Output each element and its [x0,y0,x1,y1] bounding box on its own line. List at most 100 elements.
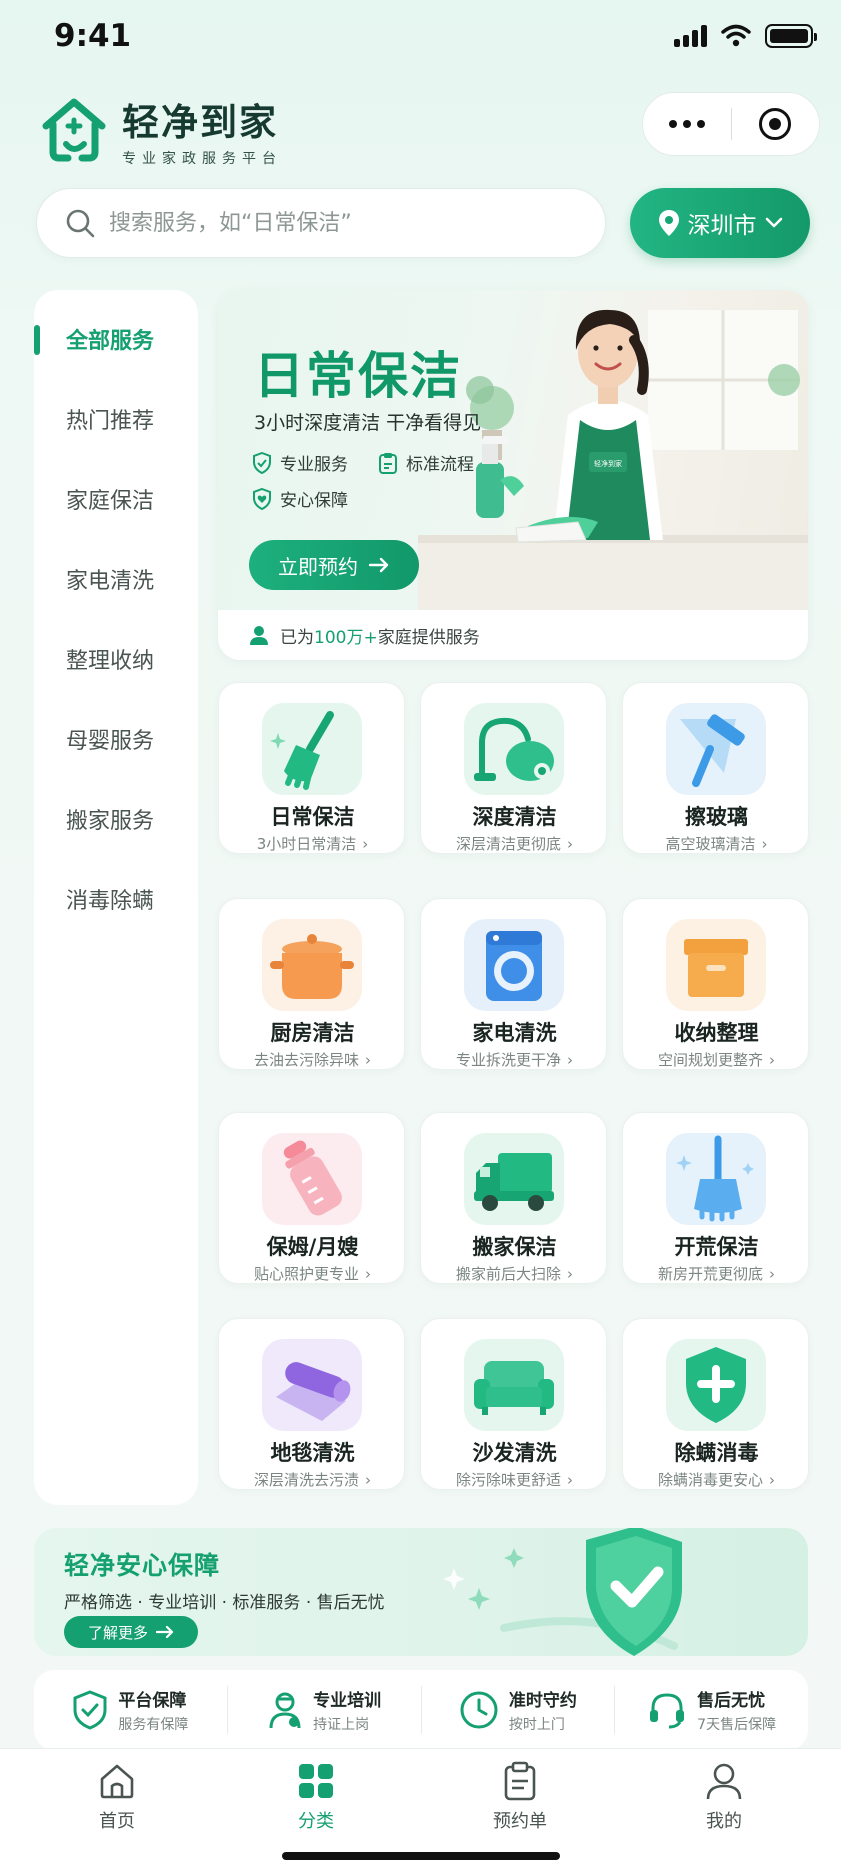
chevron-right-icon: › [567,1051,573,1069]
tab-profile[interactable]: 我的 [664,1761,784,1833]
service-card-new-home-cleaning[interactable]: 开荒保洁 新房开荒更彻底 › [622,1112,809,1284]
home-indicator [282,1852,560,1860]
sidebar-item-all[interactable]: 全部服务 [34,309,198,369]
banner-subtitle: 3小时深度清洁 干净看得见 [254,412,482,434]
status-time: 9:41 [54,18,132,54]
chevron-right-icon: › [567,1471,573,1489]
signal-icon [674,25,707,47]
wifi-icon [721,24,751,47]
sidebar-item-organize[interactable]: 整理收纳 [34,629,198,689]
shield-check-icon [73,1690,107,1730]
tab-orders[interactable]: 预约单 [460,1761,580,1833]
more-button[interactable] [643,93,731,155]
sidebar-item-maternal[interactable]: 母婴服务 [34,709,198,769]
category-sidebar: 全部服务 热门推荐 家庭保洁 家电清洗 整理收纳 母婴服务 搬家服务 消毒除螨 [34,290,198,1505]
chevron-down-icon [765,217,782,228]
chevron-right-icon: › [365,1051,371,1069]
features-strip: 平台保障 服务有保障 专业培训 持证上岗 准时守约 按时上门 售后无忧 7天售后保障 [34,1670,808,1750]
banner-tag: 专业服务 [252,450,348,475]
user-icon [706,1763,742,1800]
svg-text:轻净到家: 轻净到家 [594,459,622,468]
service-card-kitchen-cleaning[interactable]: 厨房清洁 去油去污除异味 › [218,898,405,1070]
service-card-appliance-cleaning[interactable]: 家电清洗 专业拆洗更干净 › [420,898,607,1070]
sidebar-item-appliance[interactable]: 家电清洗 [34,549,198,609]
service-card-daily-cleaning[interactable]: 日常保洁 3小时日常清洁 › [218,682,405,854]
mini-program-capsule [642,92,820,156]
chevron-right-icon: › [365,1265,371,1283]
grid-icon [299,1764,333,1798]
book-now-button[interactable]: 立即预约 [249,540,419,590]
truck-icon [464,1133,564,1225]
banner-tag: 安心保障 [252,486,348,511]
clipboard-icon [504,1761,536,1801]
guarantee-subtitle: 严格筛选 · 专业培训 · 标准服务 · 售后无忧 [64,1593,385,1613]
clock-icon [460,1691,498,1729]
location-pin-icon [658,210,679,236]
worker-icon [250,626,268,645]
feature-training: 专业培训 持证上岗 [228,1686,422,1734]
arrow-right-icon [368,557,389,573]
banner-tag: 标准流程 [378,450,474,475]
home-icon [100,1764,134,1799]
guarantee-banner[interactable]: 轻净安心保障 严格筛选 · 专业培训 · 标准服务 · 售后无忧 了解更多 [34,1528,808,1656]
broom-icon [262,703,362,795]
headset-icon [650,1693,685,1729]
brand-name: 轻净到家 [122,101,278,144]
worker-icon [269,1692,301,1729]
service-card-deep-cleaning[interactable]: 深度清洁 深层清洁更彻底 › [420,682,607,854]
target-icon [759,108,792,140]
learn-more-button[interactable]: 了解更多 [64,1616,198,1648]
storage-box-icon [666,919,766,1011]
chevron-right-icon: › [362,835,369,853]
carpet-roll-icon [262,1339,362,1431]
chevron-right-icon: › [769,1265,775,1283]
sofa-icon [464,1339,564,1431]
sparkle-broom-icon [666,1133,766,1225]
service-card-disinfection[interactable]: 除螨消毒 除螨消毒更安心 › [622,1318,809,1490]
chevron-right-icon: › [365,1471,371,1489]
sidebar-item-hot[interactable]: 热门推荐 [34,389,198,449]
battery-icon [765,24,817,48]
tab-category[interactable]: 分类 [256,1761,376,1833]
sidebar-item-disinfect[interactable]: 消毒除螨 [34,869,198,929]
guarantee-title: 轻净安心保障 [64,1551,221,1580]
squeegee-icon [666,703,766,795]
banner-footer: 已为100万+家庭提供服务 [218,610,808,660]
baby-bottle-icon [262,1133,362,1225]
active-indicator [34,325,40,355]
promo-banner[interactable]: 轻净到家 日常保洁 3小时深度清洁 干净看得见 专业服务 标准流程 安心保障 立… [218,290,808,660]
search-input[interactable] [109,210,569,236]
service-card-carpet-cleaning[interactable]: 地毯清洗 深层清洗去污渍 › [218,1318,405,1490]
chevron-right-icon: › [567,1265,573,1283]
service-card-sofa-cleaning[interactable]: 沙发清洗 除污除味更舒适 › [420,1318,607,1490]
close-button[interactable] [732,93,820,155]
brand-logo: 轻净到家 专业家政服务平台 [38,92,282,168]
chevron-right-icon: › [769,1471,775,1489]
clipboard-check-icon [379,452,397,474]
shield-check-icon [253,451,271,474]
feature-punctual: 准时守约 按时上门 [422,1686,616,1734]
tab-home[interactable]: 首页 [57,1761,177,1833]
pot-icon [262,919,362,1011]
service-card-storage-organizing[interactable]: 收纳整理 空间规划更整齐 › [622,898,809,1070]
status-bar: 9:41 [0,0,841,80]
city-label: 深圳市 [687,213,757,239]
sidebar-item-home-cleaning[interactable]: 家庭保洁 [34,469,198,529]
chevron-right-icon: › [761,835,768,853]
banner-title: 日常保洁 [254,347,462,405]
search-icon [66,209,95,238]
arrow-right-icon [156,1625,174,1639]
service-card-window-cleaning[interactable]: 擦玻璃 高空玻璃清洁 › [622,682,809,854]
house-logo-icon [42,98,106,162]
shield-plus-icon [666,1339,766,1431]
chevron-right-icon: › [769,1051,775,1069]
sidebar-item-moving[interactable]: 搬家服务 [34,789,198,849]
service-card-moving-cleaning[interactable]: 搬家保洁 搬家前后大扫除 › [420,1112,607,1284]
feature-platform-guarantee: 平台保障 服务有保障 [34,1686,228,1734]
vacuum-icon [464,703,564,795]
service-card-nanny[interactable]: 保姆/月嫂 贴心照护更专业 › [218,1112,405,1284]
search-bar[interactable] [36,188,606,258]
city-selector[interactable]: 深圳市 [630,188,810,258]
chevron-right-icon: › [567,835,573,853]
heart-shield-icon [253,487,271,510]
